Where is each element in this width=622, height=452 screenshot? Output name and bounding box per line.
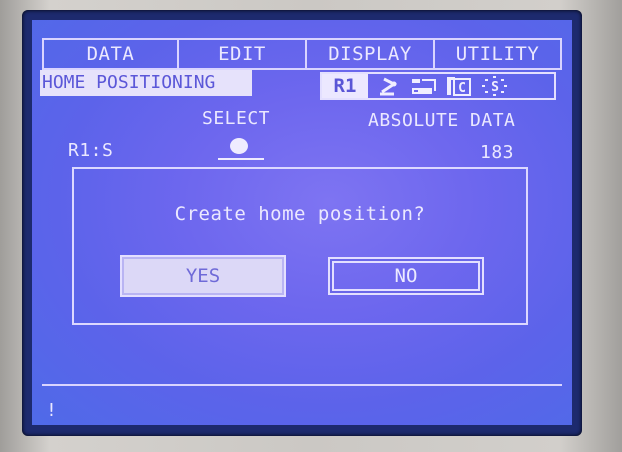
yes-button[interactable]: YES [122, 257, 284, 295]
teach-mode-icon [412, 79, 436, 94]
confirm-dialog: Create home position? YES NO [72, 167, 528, 325]
servo-status-icon: S [482, 76, 507, 96]
absolute-data-value: 183 [480, 142, 515, 163]
page-title: HOME POSITIONING [40, 70, 252, 96]
coordinate-mode-icon: C [447, 77, 471, 96]
no-button[interactable]: NO [328, 257, 484, 295]
select-cursor-underline [218, 158, 264, 160]
robot-indicator: R1 [322, 74, 368, 98]
axis-select-indicator[interactable] [230, 138, 248, 154]
select-column-label: SELECT [202, 108, 271, 129]
menu-utility[interactable]: UTILITY [433, 40, 562, 68]
robot-arm-icon [380, 77, 397, 96]
servo-status-letter: S [491, 80, 499, 95]
coordinate-mode-letter: C [458, 81, 466, 96]
menu-data[interactable]: DATA [42, 40, 177, 68]
menu-display[interactable]: DISPLAY [305, 40, 433, 68]
message-line-divider [42, 384, 562, 386]
main-menu-bar: DATA EDIT DISPLAY UTILITY [42, 38, 562, 70]
absolute-data-label: ABSOLUTE DATA [368, 110, 516, 131]
axis-name: R1:S [68, 140, 114, 161]
menu-edit[interactable]: EDIT [177, 40, 305, 68]
dialog-message: Create home position? [174, 203, 426, 225]
lcd-screen: DATA EDIT DISPLAY UTILITY HOME POSITIONI… [32, 20, 572, 425]
input-cursor: ! [46, 400, 58, 421]
